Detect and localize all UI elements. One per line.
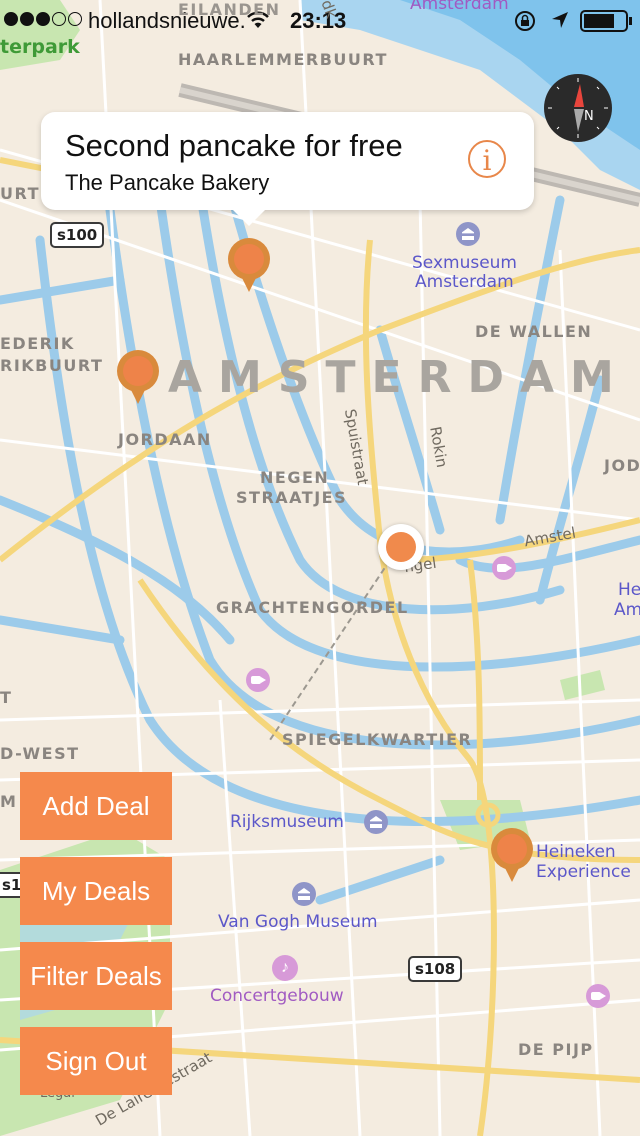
cinema-icon [492, 556, 516, 580]
map-label-westerpark: terpark [0, 36, 80, 58]
pin-head [117, 350, 159, 392]
poi-heineken[interactable]: Heineken [536, 842, 616, 862]
compass-button[interactable]: N [544, 74, 612, 142]
museum-icon [364, 810, 388, 834]
map-label-spiegelkwartier: SPIEGELKWARTIER [282, 730, 473, 749]
map-label-t-left: T [0, 688, 13, 707]
battery-icon [580, 10, 632, 32]
signal-dot-icon [4, 12, 18, 26]
poi-heineken-2[interactable]: Experience [536, 862, 631, 882]
route-shield-s108: s108 [408, 956, 463, 982]
poi-sexmuseum-2[interactable]: Amsterdam [415, 272, 514, 292]
poi-sexmuseum[interactable]: Sexmuseum [412, 253, 517, 273]
signal-dot-icon [36, 12, 50, 26]
route-shield-s100: s100 [50, 222, 105, 248]
map-label-negen: NEGEN [260, 468, 330, 487]
location-arrow-icon [552, 12, 568, 28]
map-label-de-wallen: DE WALLEN [475, 322, 593, 341]
cinema-icon [246, 668, 270, 692]
museum-icon [292, 882, 316, 906]
map-label-frederik: EDERIK [0, 334, 75, 353]
map-label-straatjes: STRAATJES [236, 488, 348, 507]
cinema-icon [586, 984, 610, 1008]
deal-callout[interactable]: Second pancake for free The Pancake Bake… [41, 112, 534, 226]
map-label-m-left: M [0, 792, 18, 811]
signal-dot-icon [68, 12, 82, 26]
map-label-urt: URT [0, 184, 41, 203]
map-label-frederik2: RIKBUURT [0, 356, 104, 375]
callout-title: Second pancake for free [65, 128, 403, 163]
filter-deals-button[interactable]: Filter Deals [20, 942, 172, 1010]
map-label-jordaan: JORDAAN [118, 430, 212, 449]
poi-rijksmuseum[interactable]: Rijksmuseum [230, 812, 344, 832]
callout-subtitle: The Pancake Bakery [65, 170, 270, 195]
map-label-haarlemmerbuurt: HAARLEMMERBUURT [178, 50, 388, 69]
map-label-city: AMSTERDAM [168, 352, 630, 403]
sign-out-button[interactable]: Sign Out [20, 1027, 172, 1095]
compass-letter: N [584, 109, 594, 124]
map-label-am: Am [614, 600, 640, 620]
deal-pin[interactable] [228, 238, 270, 294]
map-label-west: D-WEST [0, 744, 80, 763]
signal-dot-icon [52, 12, 66, 26]
pin-head [228, 238, 270, 280]
orientation-lock-icon [515, 11, 535, 31]
map-label-eilanden: EILANDEN [178, 0, 281, 19]
map-label-amsterdam-top: Amsterdam [410, 0, 509, 14]
map-label-de-pijp: DE PIJP [518, 1040, 594, 1059]
signal-dot-icon [20, 12, 34, 26]
info-icon[interactable]: i [468, 140, 506, 178]
poi-van-gogh-museum[interactable]: Van Gogh Museum [218, 912, 378, 932]
deal-pin[interactable] [491, 828, 533, 884]
deal-pin[interactable] [117, 350, 159, 406]
user-location-marker[interactable] [378, 524, 424, 570]
my-deals-button[interactable]: My Deals [20, 857, 172, 925]
music-icon: ♪ [272, 955, 298, 981]
map-label-grachtengordel: GRACHTENGORDEL [216, 598, 409, 617]
poi-concertgebouw[interactable]: Concertgebouw [210, 986, 344, 1006]
pin-head [491, 828, 533, 870]
map-label-joden: JODEN [604, 456, 640, 475]
museum-icon [456, 222, 480, 246]
map-label-he: He [618, 580, 640, 600]
compass-icon: N [548, 78, 608, 138]
add-deal-button[interactable]: Add Deal [20, 772, 172, 840]
